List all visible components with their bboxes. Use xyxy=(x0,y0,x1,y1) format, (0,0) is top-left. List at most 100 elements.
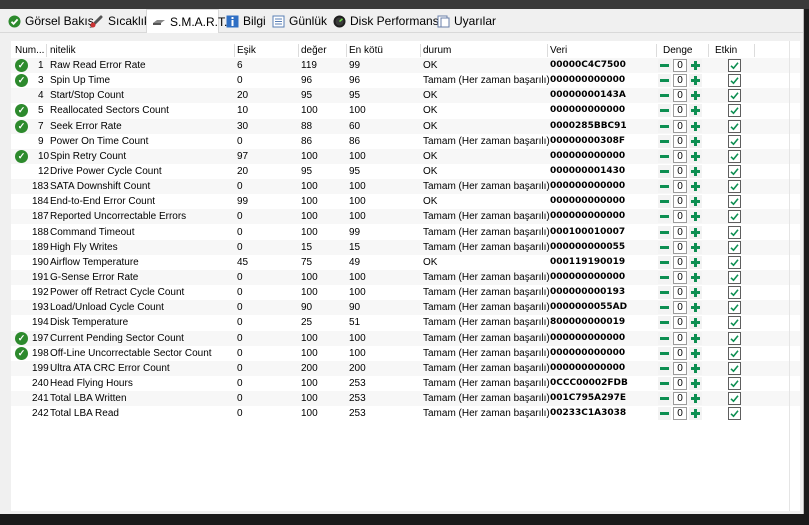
enabled-checkbox[interactable] xyxy=(728,407,741,421)
decrement-button[interactable] xyxy=(658,164,671,178)
offset-value[interactable]: 0 xyxy=(673,240,687,254)
column-divider[interactable] xyxy=(234,44,235,57)
decrement-button[interactable] xyxy=(658,346,671,360)
header-worst[interactable]: En kötü xyxy=(349,43,419,58)
table-row[interactable]: 191 G-Sense Error Rate 0 100 100 Tamam (Her z… xyxy=(11,269,800,285)
decrement-button[interactable] xyxy=(658,89,671,103)
column-divider[interactable] xyxy=(656,44,657,57)
enabled-checkbox[interactable] xyxy=(728,316,741,330)
offset-value[interactable]: 0 xyxy=(673,316,687,330)
table-row[interactable]: ✓ 10 Spin Retry Count 97 100 100 OK 00000000000… xyxy=(11,148,800,164)
enabled-checkbox[interactable] xyxy=(728,361,741,375)
enabled-checkbox[interactable] xyxy=(728,376,741,390)
column-divider[interactable] xyxy=(420,44,421,57)
column-divider[interactable] xyxy=(708,44,709,57)
increment-button[interactable] xyxy=(689,331,702,345)
increment-button[interactable] xyxy=(689,89,702,103)
offset-value[interactable]: 0 xyxy=(673,346,687,360)
offset-value[interactable]: 0 xyxy=(673,301,687,315)
offset-value[interactable]: 0 xyxy=(673,286,687,300)
offset-value[interactable]: 0 xyxy=(673,134,687,148)
offset-value[interactable]: 0 xyxy=(673,392,687,406)
table-row[interactable]: 183 SATA Downshift Count 0 100 100 Tamam (Her… xyxy=(11,179,800,195)
table-row[interactable]: ✓ 1 Raw Read Error Rate 6 119 99 OK 00000C4C750… xyxy=(11,58,800,73)
enabled-checkbox[interactable] xyxy=(728,210,741,224)
column-divider[interactable] xyxy=(46,44,47,57)
decrement-button[interactable] xyxy=(658,225,671,239)
decrement-button[interactable] xyxy=(658,270,671,284)
table-row[interactable]: 199 Ultra ATA CRC Error Count 0 200 200 Tamam… xyxy=(11,360,800,376)
increment-button[interactable] xyxy=(689,255,702,269)
enabled-checkbox[interactable] xyxy=(728,270,741,284)
decrement-button[interactable] xyxy=(658,210,671,224)
header-value[interactable]: değer xyxy=(301,43,351,58)
table-row[interactable]: 184 End-to-End Error Count 99 100 100 OK 00000… xyxy=(11,194,800,209)
decrement-button[interactable] xyxy=(658,134,671,148)
header-threshold[interactable]: Eşik xyxy=(237,43,297,58)
decrement-button[interactable] xyxy=(658,104,671,118)
decrement-button[interactable] xyxy=(658,74,671,88)
offset-value[interactable]: 0 xyxy=(673,225,687,239)
column-divider[interactable] xyxy=(346,44,347,57)
offset-value[interactable]: 0 xyxy=(673,104,687,118)
enabled-checkbox[interactable] xyxy=(728,301,741,315)
decrement-button[interactable] xyxy=(658,240,671,254)
enabled-checkbox[interactable] xyxy=(728,286,741,300)
enabled-checkbox[interactable] xyxy=(728,195,741,209)
enabled-checkbox[interactable] xyxy=(728,255,741,269)
enabled-checkbox[interactable] xyxy=(728,331,741,345)
increment-button[interactable] xyxy=(689,301,702,315)
tab-log[interactable]: Günlük xyxy=(267,11,327,31)
increment-button[interactable] xyxy=(689,134,702,148)
offset-value[interactable]: 0 xyxy=(673,89,687,103)
increment-button[interactable] xyxy=(689,361,702,375)
header-status[interactable]: durum xyxy=(423,43,551,58)
increment-button[interactable] xyxy=(689,59,702,72)
decrement-button[interactable] xyxy=(658,59,671,72)
table-row[interactable]: ✓ 198 Off-Line Uncorrectable Sector Count 0… xyxy=(11,346,800,361)
increment-button[interactable] xyxy=(689,270,702,284)
increment-button[interactable] xyxy=(689,316,702,330)
increment-button[interactable] xyxy=(689,74,702,88)
tab-alerts[interactable]: Uyarılar xyxy=(432,11,496,31)
decrement-button[interactable] xyxy=(658,301,671,315)
increment-button[interactable] xyxy=(689,195,702,209)
enabled-checkbox[interactable] xyxy=(728,59,741,72)
offset-value[interactable]: 0 xyxy=(673,361,687,375)
enabled-checkbox[interactable] xyxy=(728,89,741,103)
enabled-checkbox[interactable] xyxy=(728,119,741,133)
offset-value[interactable]: 0 xyxy=(673,119,687,133)
decrement-button[interactable] xyxy=(658,149,671,163)
enabled-checkbox[interactable] xyxy=(728,225,741,239)
decrement-button[interactable] xyxy=(658,407,671,421)
offset-value[interactable]: 0 xyxy=(673,255,687,269)
decrement-button[interactable] xyxy=(658,180,671,194)
decrement-button[interactable] xyxy=(658,286,671,300)
decrement-button[interactable] xyxy=(658,119,671,133)
table-row[interactable]: 193 Load/Unload Cycle Count 0 90 90 Tamam (He… xyxy=(11,300,800,316)
tab-temperature[interactable]: Sıcaklık xyxy=(85,11,150,31)
increment-button[interactable] xyxy=(689,164,702,178)
table-row[interactable]: ✓ 197 Current Pending Sector Count 0 100 100 T… xyxy=(11,330,800,346)
tab-info[interactable]: Bilgi xyxy=(221,11,266,31)
increment-button[interactable] xyxy=(689,180,702,194)
table-row[interactable]: ✓ 5 Reallocated Sectors Count 10 100 100 OK 000… xyxy=(11,103,800,118)
increment-button[interactable] xyxy=(689,407,702,421)
table-row[interactable]: ✓ 3 Spin Up Time 0 96 96 Tamam (Her zaman başa… xyxy=(11,73,800,88)
increment-button[interactable] xyxy=(689,210,702,224)
increment-button[interactable] xyxy=(689,376,702,390)
table-row[interactable]: 240 Head Flying Hours 0 100 253 Tamam (Her za… xyxy=(11,376,800,391)
increment-button[interactable] xyxy=(689,119,702,133)
column-divider[interactable] xyxy=(547,44,548,57)
increment-button[interactable] xyxy=(689,149,702,163)
increment-button[interactable] xyxy=(689,346,702,360)
increment-button[interactable] xyxy=(689,240,702,254)
enabled-checkbox[interactable] xyxy=(728,240,741,254)
enabled-checkbox[interactable] xyxy=(728,104,741,118)
increment-button[interactable] xyxy=(689,104,702,118)
tab-overview[interactable]: Görsel Bakış xyxy=(3,11,94,31)
increment-button[interactable] xyxy=(689,392,702,406)
header-name[interactable]: nitelik xyxy=(50,43,240,58)
increment-button[interactable] xyxy=(689,286,702,300)
table-row[interactable]: 12 Drive Power Cycle Count 20 95 95 OK 0000000… xyxy=(11,164,800,179)
